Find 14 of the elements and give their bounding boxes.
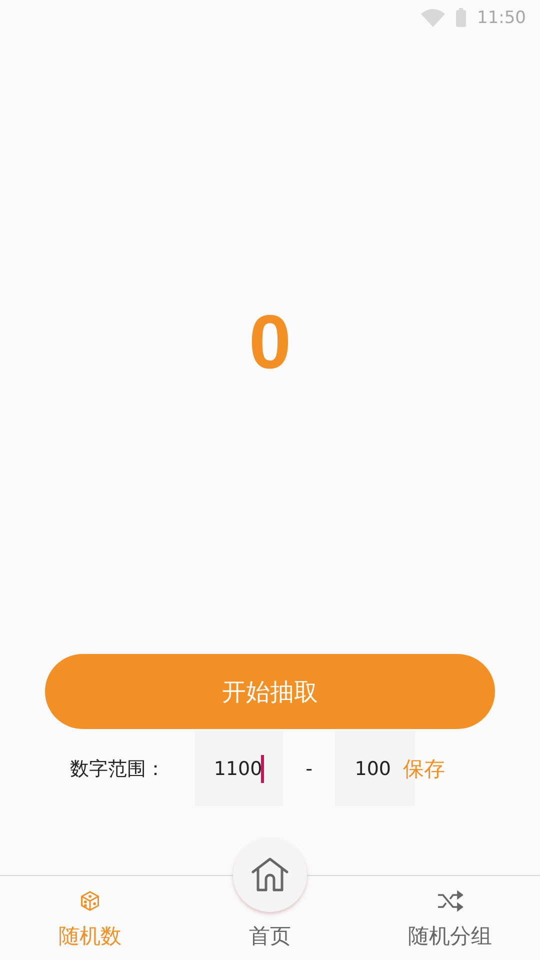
home-button[interactable] — [233, 838, 307, 912]
range-separator: - — [304, 758, 314, 780]
battery-icon — [455, 8, 467, 28]
home-icon — [250, 857, 290, 893]
status-time: 11:50 — [477, 8, 526, 28]
range-label: 数字范围： — [70, 756, 166, 782]
result-number: 0 — [248, 299, 292, 387]
dice-icon — [79, 890, 101, 912]
min-input-field[interactable]: 1100 — [195, 731, 283, 806]
nav-tab[interactable]: 随机分组 — [360, 876, 540, 960]
nav-label[interactable]: 首页 — [249, 922, 291, 950]
text-caret — [261, 754, 264, 782]
shuffle-icon — [437, 890, 463, 912]
wifi-icon — [421, 9, 445, 27]
